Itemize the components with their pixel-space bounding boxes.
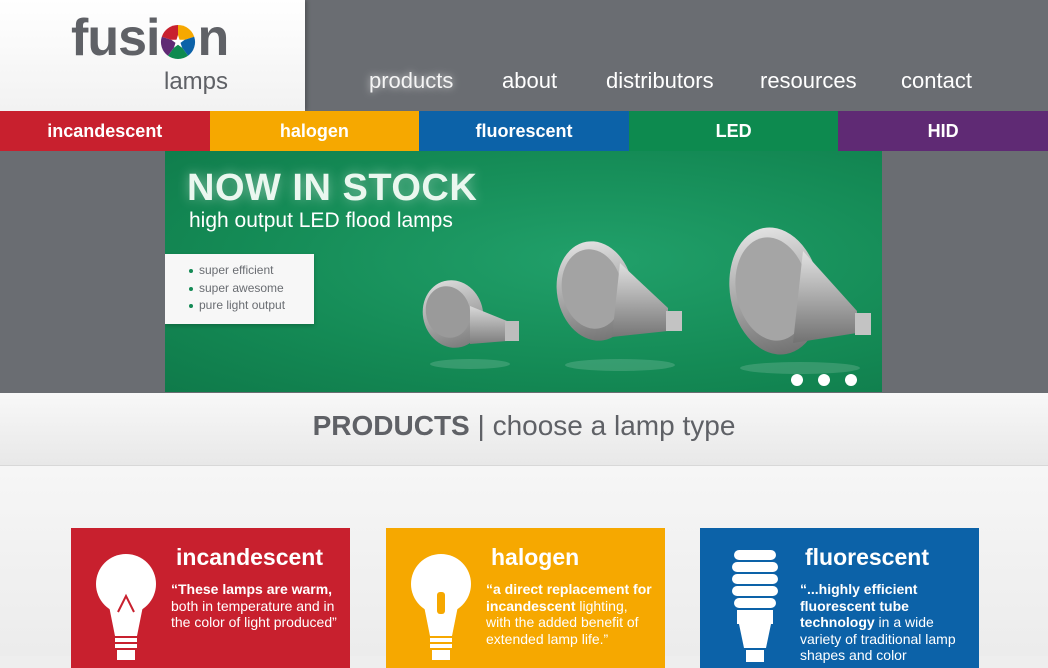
hero-title: NOW IN STOCK [187, 167, 478, 209]
cfl-bulb-icon [732, 550, 778, 662]
carousel-dot-2[interactable] [818, 374, 830, 386]
product-card-halogen[interactable]: halogen “a direct replacement for incand… [386, 528, 665, 668]
section-title: PRODUCTS | choose a lamp type [0, 410, 1048, 442]
category-fluorescent[interactable]: fluorescent [419, 111, 629, 151]
card-description-rest: both in temperature and in the color of … [171, 597, 337, 631]
section-title-rest: choose a lamp type [492, 410, 736, 441]
card-title: fluorescent [805, 544, 929, 570]
product-card-fluorescent[interactable]: fluorescent “...highly efficient fluores… [700, 528, 979, 668]
logo[interactable]: fusi n lamps [0, 0, 305, 111]
card-description: “a direct replacement for incandescent l… [486, 581, 656, 647]
hero-feature-list: super efficient super awesome pure light… [165, 254, 314, 324]
feature-item: super awesome [189, 280, 314, 298]
feature-item: pure light output [189, 297, 314, 315]
color-wheel-icon [161, 24, 196, 60]
feature-item: super efficient [189, 262, 314, 280]
products-heading-band: PRODUCTS | choose a lamp type [0, 393, 1048, 466]
logo-subtitle: lamps [164, 68, 229, 95]
category-led[interactable]: LED [628, 111, 839, 151]
led-flood-lamp-small-image [422, 280, 519, 369]
card-description: “...highly efficient fluorescent tube te… [800, 581, 970, 664]
category-incandescent[interactable]: incandescent [0, 111, 210, 151]
led-flood-lamp-medium-image [556, 241, 682, 371]
section-separator: | [469, 410, 493, 441]
incandescent-bulb-icon [96, 554, 156, 660]
led-flood-lamp-large-image [729, 227, 871, 374]
hero-banner[interactable]: NOW IN STOCK high output LED flood lamps… [165, 151, 882, 392]
nav-contact[interactable]: contact [901, 68, 972, 94]
hero-subtitle: high output LED flood lamps [189, 209, 453, 232]
logo-wordmark: fusi n [71, 9, 229, 67]
nav-resources[interactable]: resources [760, 68, 857, 94]
nav-products[interactable]: products [369, 68, 453, 94]
product-card-incandescent[interactable]: incandescent “These lamps are warm, both… [71, 528, 350, 668]
section-title-bold: PRODUCTS [312, 410, 470, 441]
card-title: incandescent [176, 544, 323, 570]
category-hid[interactable]: HID [838, 111, 1048, 151]
nav-about[interactable]: about [502, 68, 557, 94]
carousel-dot-1[interactable] [791, 374, 803, 386]
category-bar: incandescent halogen fluorescent LED HID [0, 111, 1048, 151]
carousel-dot-3[interactable] [845, 374, 857, 386]
logo-text-right: n [197, 9, 229, 67]
carousel-dots [791, 374, 857, 386]
logo-text-left: fusi [71, 9, 160, 67]
card-title: halogen [491, 544, 580, 570]
category-halogen[interactable]: halogen [209, 111, 420, 151]
card-description: “These lamps are warm, both in temperatu… [171, 581, 341, 631]
halogen-bulb-icon [411, 554, 471, 660]
nav-distributors[interactable]: distributors [606, 68, 714, 94]
card-description-bold: “These lamps are warm, [171, 581, 333, 597]
